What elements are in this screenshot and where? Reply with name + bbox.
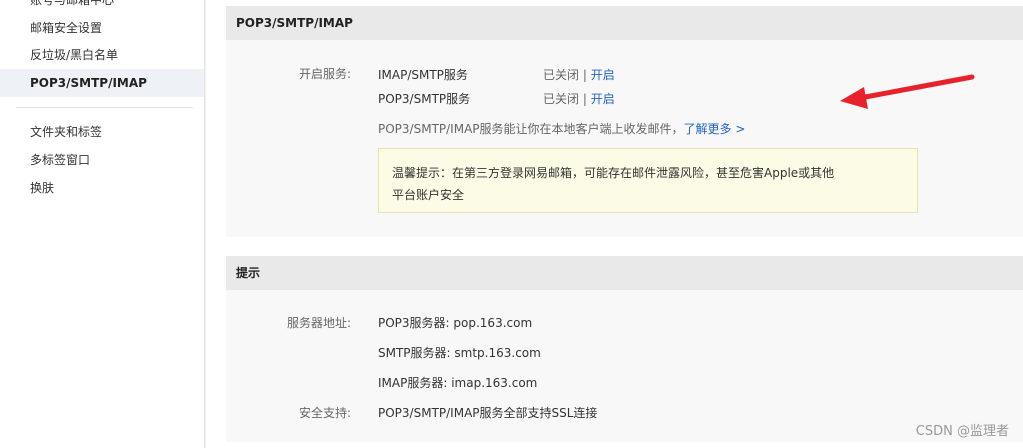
sidebar-item-pop3-smtp-imap[interactable]: POP3/SMTP/IMAP	[0, 69, 204, 97]
sidebar-item-multi-tab-window[interactable]: 多标签窗口	[0, 146, 204, 174]
security-support-label: 安全支持:	[298, 406, 351, 420]
pop3-smtp-service-name: POP3/SMTP服务	[378, 92, 471, 106]
learn-more-link[interactable]: 了解更多 >	[684, 122, 746, 136]
tip-line-1: 温馨提示：在第三方登录网易邮箱，可能存在邮件泄露风险，甚至危害Apple或其他	[392, 166, 835, 180]
hint-panel-title: 提示	[226, 256, 1023, 290]
service-panel-title: POP3/SMTP/IMAP	[226, 6, 1023, 40]
security-support-text: POP3/SMTP/IMAP服务全部支持SSL连接	[378, 406, 598, 420]
imap-server: IMAP服务器: imap.163.com	[378, 376, 538, 390]
description-text: POP3/SMTP/IMAP服务能让你在本地客户端上收发邮件，	[378, 122, 684, 136]
watermark: CSDN @监理者	[915, 424, 1009, 439]
status-separator: |	[579, 68, 591, 82]
pop3-smtp-status-group: 已关闭 | 开启	[543, 90, 615, 107]
pop3-smtp-status: 已关闭	[543, 92, 580, 106]
status-separator: |	[579, 92, 591, 106]
sidebar-divider	[16, 107, 193, 108]
imap-smtp-status: 已关闭	[543, 68, 580, 82]
sidebar-item-account-center[interactable]: 账号与邮箱中心	[0, 0, 204, 14]
tip-line-2: 平台账户安全	[392, 188, 465, 202]
pop3-server: POP3服务器: pop.163.com	[378, 316, 533, 330]
pop3-smtp-enable-link[interactable]: 开启	[591, 92, 615, 106]
imap-smtp-status-group: 已关闭 | 开启	[543, 66, 615, 83]
imap-smtp-enable-link[interactable]: 开启	[591, 68, 615, 82]
main-content: POP3/SMTP/IMAP 开启服务: IMAP/SMTP服务 已关闭 | 开…	[206, 0, 1023, 448]
service-panel: POP3/SMTP/IMAP 开启服务: IMAP/SMTP服务 已关闭 | 开…	[226, 6, 1023, 237]
sidebar-item-skin[interactable]: 换肤	[0, 174, 204, 202]
service-description: POP3/SMTP/IMAP服务能让你在本地客户端上收发邮件，了解更多 >	[378, 120, 745, 137]
hint-panel: 提示 服务器地址: POP3服务器: pop.163.com SMTP服务器: …	[226, 256, 1023, 442]
server-address-label: 服务器地址:	[286, 316, 351, 330]
sidebar: 账号与邮箱中心 邮箱安全设置 反垃圾/黑白名单 POP3/SMTP/IMAP 文…	[0, 0, 205, 448]
security-tip-box: 温馨提示：在第三方登录网易邮箱，可能存在邮件泄露风险，甚至危害Apple或其他 …	[378, 148, 918, 213]
smtp-server: SMTP服务器: smtp.163.com	[378, 346, 541, 360]
red-arrow-icon	[840, 74, 975, 109]
imap-smtp-service-name: IMAP/SMTP服务	[378, 68, 468, 82]
sidebar-item-mail-security[interactable]: 邮箱安全设置	[0, 14, 204, 42]
open-service-label: 开启服务:	[298, 67, 351, 81]
sidebar-item-spam-lists[interactable]: 反垃圾/黑白名单	[0, 41, 204, 69]
sidebar-item-folders-tags[interactable]: 文件夹和标签	[0, 118, 204, 146]
